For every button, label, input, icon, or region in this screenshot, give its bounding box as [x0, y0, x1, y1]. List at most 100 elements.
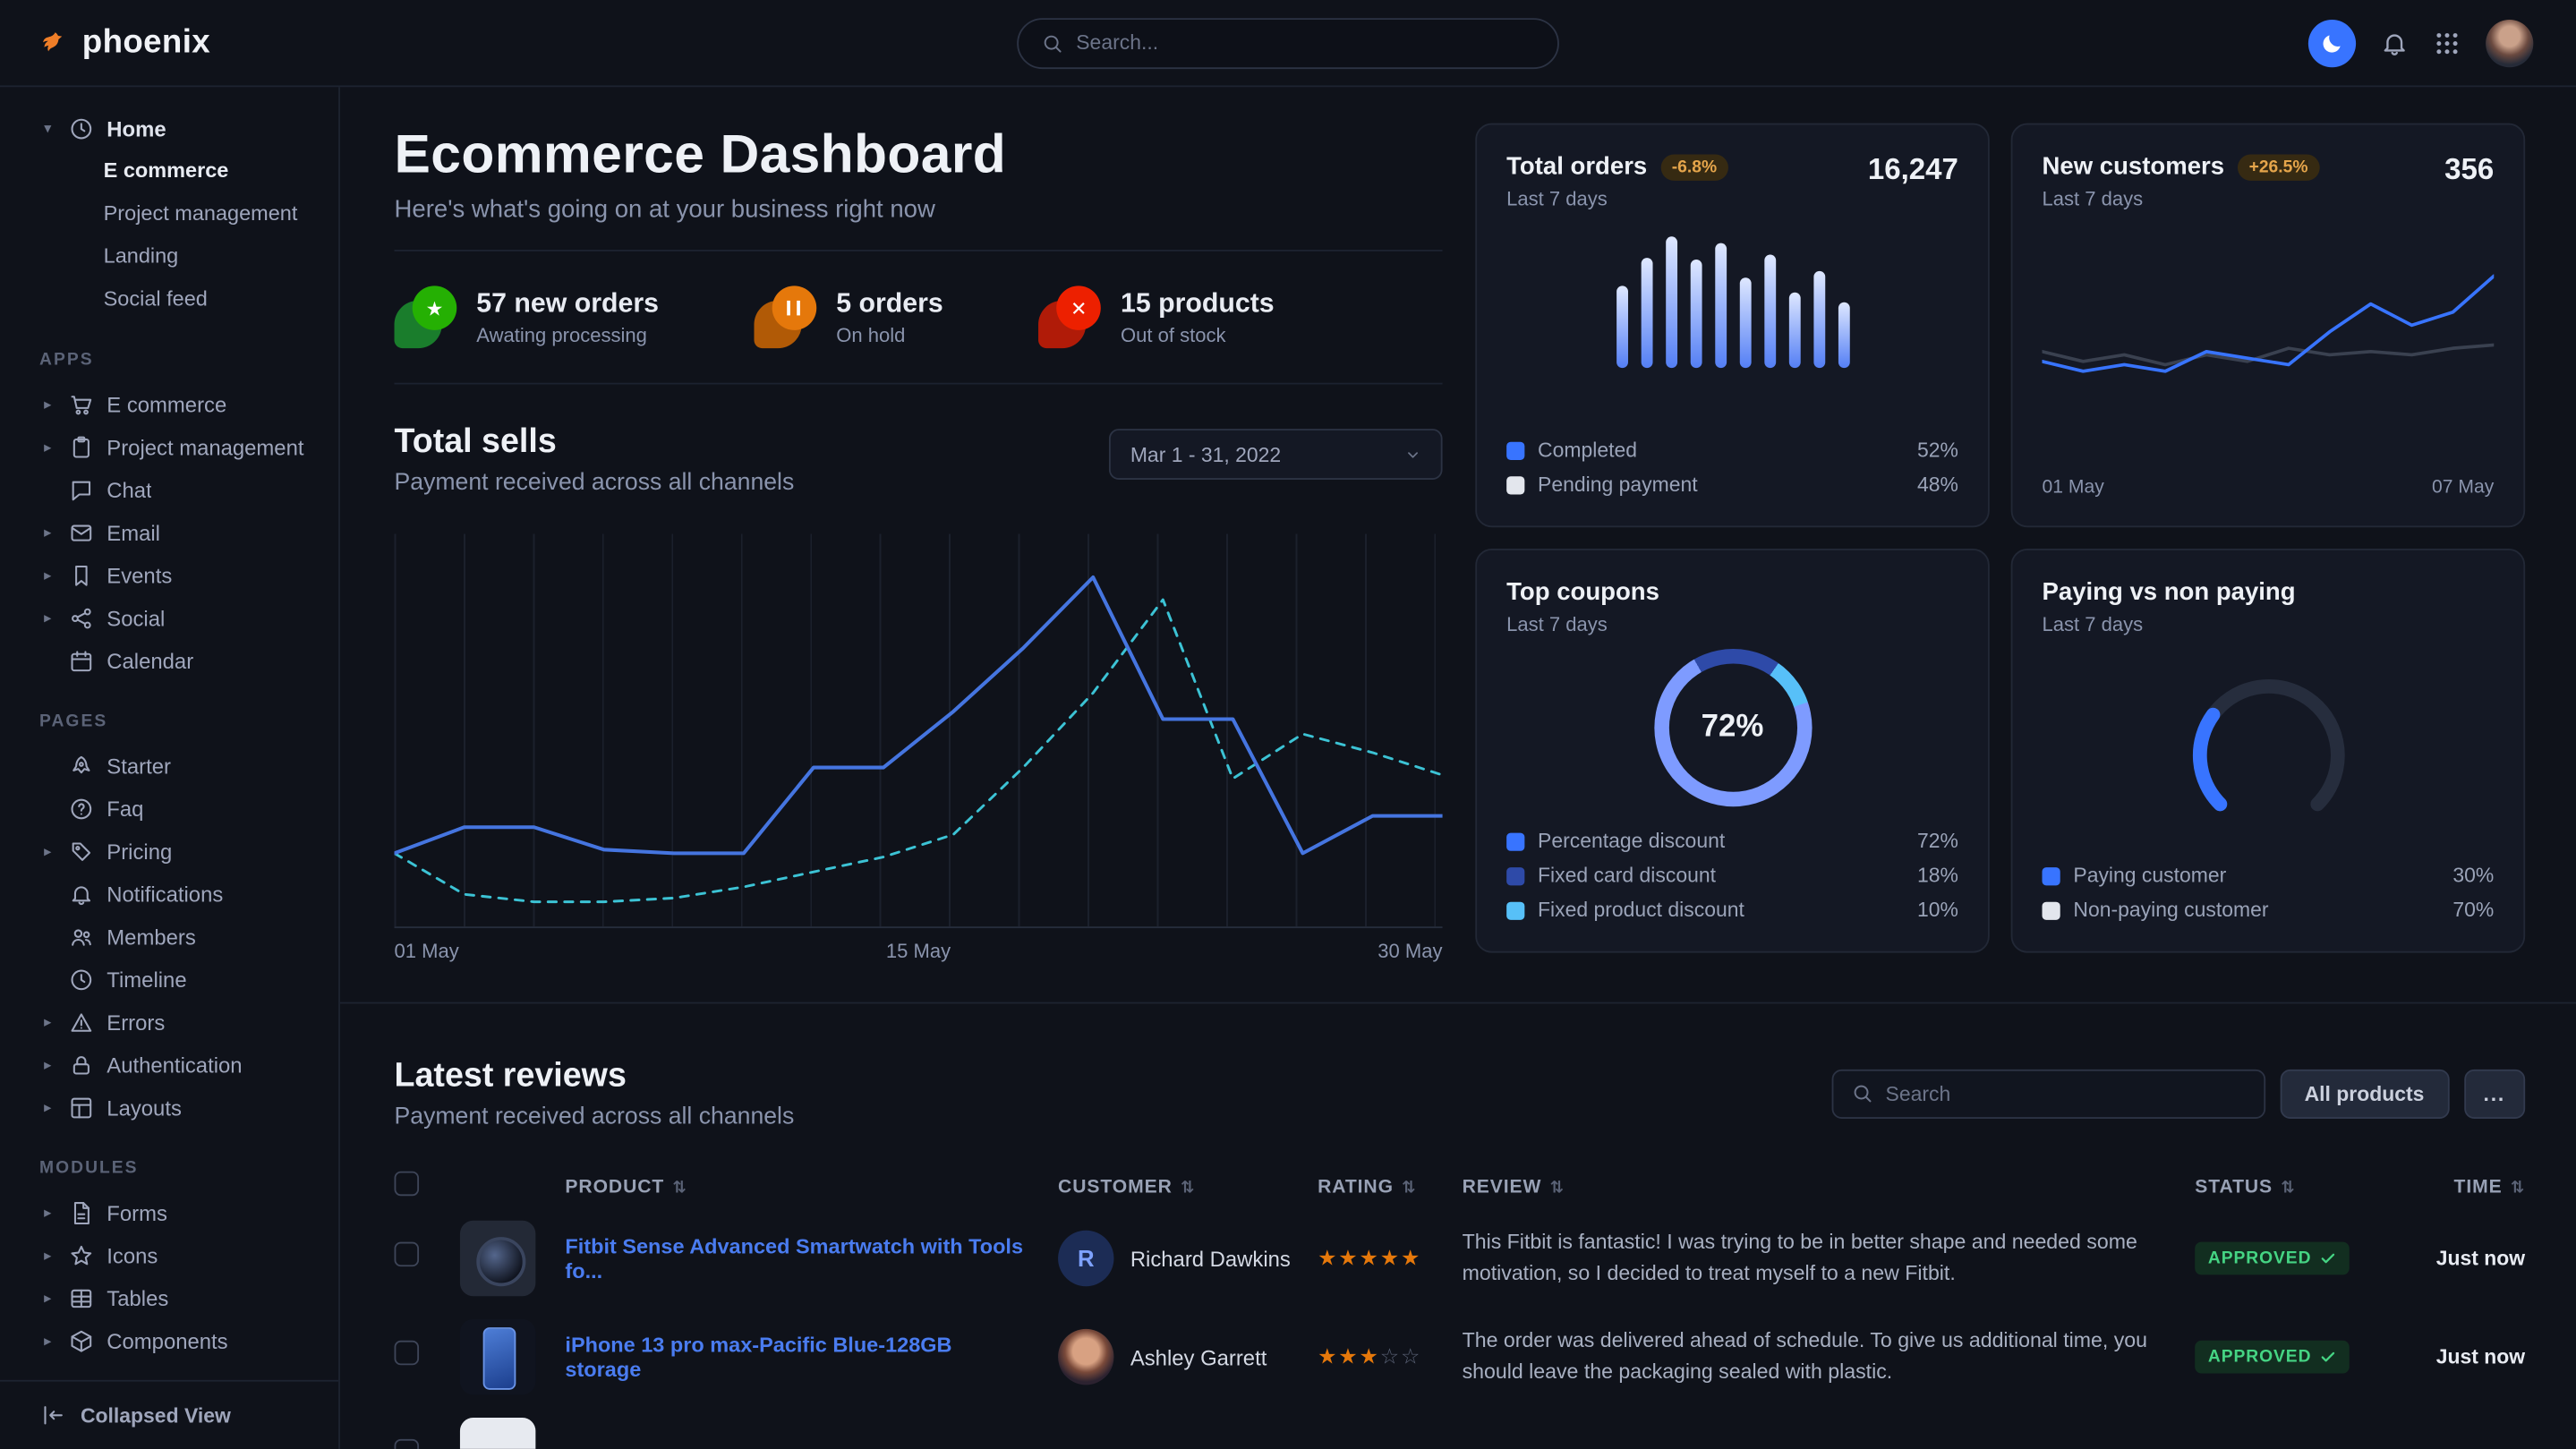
- lock-icon: [69, 1053, 94, 1078]
- search-icon: [1042, 32, 1063, 54]
- customer-avatar: [1058, 1329, 1113, 1385]
- x-tick: 30 May: [1378, 940, 1442, 963]
- sidebar-item-tables[interactable]: ▸ Tables: [0, 1276, 338, 1319]
- sidebar-item-notifications[interactable]: Notifications: [0, 873, 338, 916]
- column-header-rating[interactable]: RATING⇅: [1318, 1178, 1463, 1198]
- sidebar-item-email[interactable]: ▸ Email: [0, 511, 338, 554]
- sidebar-subitem-e-commerce[interactable]: E commerce: [0, 149, 338, 192]
- row-checkbox[interactable]: [395, 1242, 420, 1267]
- sidebar-subitem-social-feed[interactable]: Social feed: [0, 277, 338, 320]
- apps-menu-button[interactable]: [2433, 29, 2461, 56]
- chevron-down-icon: ▾: [39, 119, 55, 137]
- sidebar-item-project-management[interactable]: ▸ Project management: [0, 425, 338, 468]
- global-search[interactable]: [1017, 17, 1559, 68]
- column-header-customer[interactable]: CUSTOMER⇅: [1058, 1178, 1318, 1198]
- user-avatar[interactable]: [2486, 19, 2533, 66]
- sidebar-item-label: Pricing: [107, 839, 172, 864]
- bar: [1641, 258, 1652, 368]
- sidebar-item-layouts[interactable]: ▸ Layouts: [0, 1086, 338, 1129]
- legend-item: Fixed card discount 18%: [1506, 863, 1958, 889]
- legend-item: Non-paying customer 70%: [2043, 897, 2495, 923]
- brand-logo[interactable]: phoenix: [39, 24, 210, 62]
- legend-label: Non-paying customer: [2073, 899, 2268, 922]
- sidebar-item-label: Components: [107, 1328, 227, 1353]
- mail-icon: [69, 520, 94, 545]
- sidebar-item-home[interactable]: ▾ Home: [0, 107, 338, 149]
- bar: [1763, 255, 1775, 368]
- sidebar-item-label: Timeline: [107, 967, 186, 992]
- legend-label: Fixed product discount: [1538, 899, 1744, 922]
- product-link[interactable]: Fitbit Sense Advanced Smartwatch with To…: [565, 1233, 1058, 1283]
- grid-icon: [2433, 29, 2461, 56]
- sort-icon: ⇅: [1181, 1179, 1195, 1197]
- select-all-checkbox[interactable]: [395, 1172, 420, 1197]
- row-checkbox[interactable]: [395, 1341, 420, 1366]
- product-image[interactable]: [460, 1418, 535, 1449]
- star-filled-icon: ★: [1380, 1245, 1399, 1271]
- sidebar-item-starter[interactable]: Starter: [0, 744, 338, 787]
- reviews-search-input[interactable]: [1886, 1082, 2246, 1105]
- sidebar-item-label: Tables: [107, 1285, 168, 1310]
- calendar-icon: [69, 648, 94, 673]
- sidebar-item-faq[interactable]: Faq: [0, 787, 338, 830]
- sidebar: ▾ Home E commerce Project management Lan…: [0, 87, 340, 1449]
- date-range-select[interactable]: Mar 1 - 31, 2022: [1109, 429, 1443, 480]
- star-filled-icon: ★: [1401, 1245, 1420, 1271]
- sidebar-item-pricing[interactable]: ▸ Pricing: [0, 830, 338, 873]
- legend-label: Paying customer: [2073, 864, 2226, 887]
- sidebar-item-members[interactable]: Members: [0, 915, 338, 958]
- sidebar-item-timeline[interactable]: Timeline: [0, 958, 338, 1001]
- collapsed-view-toggle[interactable]: Collapsed View: [0, 1380, 338, 1449]
- column-header-product[interactable]: PRODUCT⇅: [565, 1178, 1058, 1198]
- tag-icon: [69, 839, 94, 864]
- product-link[interactable]: iPhone 13 pro max-Pacific Blue-128GB sto…: [565, 1333, 1058, 1382]
- x-badge-icon: ✕: [1038, 286, 1101, 348]
- sidebar-item-chat[interactable]: Chat: [0, 468, 338, 511]
- bar: [1788, 292, 1800, 368]
- product-image-iphone[interactable]: [460, 1319, 535, 1394]
- caret-right-icon: ▸: [39, 1204, 55, 1222]
- sidebar-item-calendar[interactable]: Calendar: [0, 639, 338, 682]
- x-tick: 01 May: [2043, 478, 2104, 498]
- card-title: Paying vs non paying: [2043, 578, 2296, 606]
- sidebar-item-authentication[interactable]: ▸ Authentication: [0, 1044, 338, 1087]
- sidebar-subitem-project-management[interactable]: Project management: [0, 192, 338, 235]
- column-header-status[interactable]: STATUS⇅: [2195, 1178, 2409, 1198]
- bookmark-icon: [69, 563, 94, 588]
- sort-icon: ⇅: [1402, 1179, 1416, 1197]
- sidebar-item-forms[interactable]: ▸ Forms: [0, 1191, 338, 1234]
- page-subtitle: Here's what's going on at your business …: [395, 195, 1443, 223]
- notifications-button[interactable]: [2381, 29, 2409, 56]
- sidebar-item-label: Notifications: [107, 882, 223, 907]
- reviews-search[interactable]: [1831, 1069, 2265, 1118]
- sidebar-item-errors[interactable]: ▸ Errors: [0, 1001, 338, 1044]
- legend-swatch: [2043, 901, 2060, 919]
- caret-right-icon: ▸: [39, 1332, 55, 1350]
- global-search-input[interactable]: [1076, 31, 1534, 55]
- bar: [1739, 278, 1751, 368]
- customer-cell: Ashley Garrett: [1058, 1329, 1318, 1385]
- table-row: Fitbit Sense Advanced Smartwatch with To…: [395, 1209, 2526, 1308]
- all-products-button[interactable]: All products: [2280, 1069, 2449, 1118]
- sidebar-item-icons[interactable]: ▸ Icons: [0, 1233, 338, 1276]
- sidebar-item-components[interactable]: ▸ Components: [0, 1319, 338, 1362]
- theme-toggle-button[interactable]: [2308, 19, 2356, 66]
- more-options-button[interactable]: ...: [2463, 1069, 2525, 1118]
- product-image-fitbit[interactable]: [460, 1221, 535, 1296]
- sidebar-subitem-landing[interactable]: Landing: [0, 234, 338, 277]
- brand-name: phoenix: [82, 24, 210, 62]
- status-badge: APPROVED: [2195, 1242, 2349, 1275]
- sidebar-item-e-commerce[interactable]: ▸ E commerce: [0, 383, 338, 426]
- column-header-review[interactable]: REVIEW⇅: [1463, 1178, 2196, 1198]
- column-header-time[interactable]: TIME⇅: [2409, 1178, 2525, 1198]
- card-period: Last 7 days: [2043, 187, 2320, 210]
- legend-item: Paying customer 30%: [2043, 863, 2495, 889]
- sidebar-item-events[interactable]: ▸ Events: [0, 554, 338, 597]
- moon-icon: [2320, 30, 2345, 55]
- paying-card: Paying vs non paying Last 7 days: [2011, 549, 2526, 953]
- sidebar-item-social[interactable]: ▸ Social: [0, 596, 338, 639]
- row-checkbox[interactable]: [395, 1439, 420, 1449]
- customer-name: Ashley Garrett: [1130, 1344, 1267, 1369]
- legend-label: Completed: [1538, 439, 1637, 462]
- collapse-icon: [41, 1403, 66, 1428]
